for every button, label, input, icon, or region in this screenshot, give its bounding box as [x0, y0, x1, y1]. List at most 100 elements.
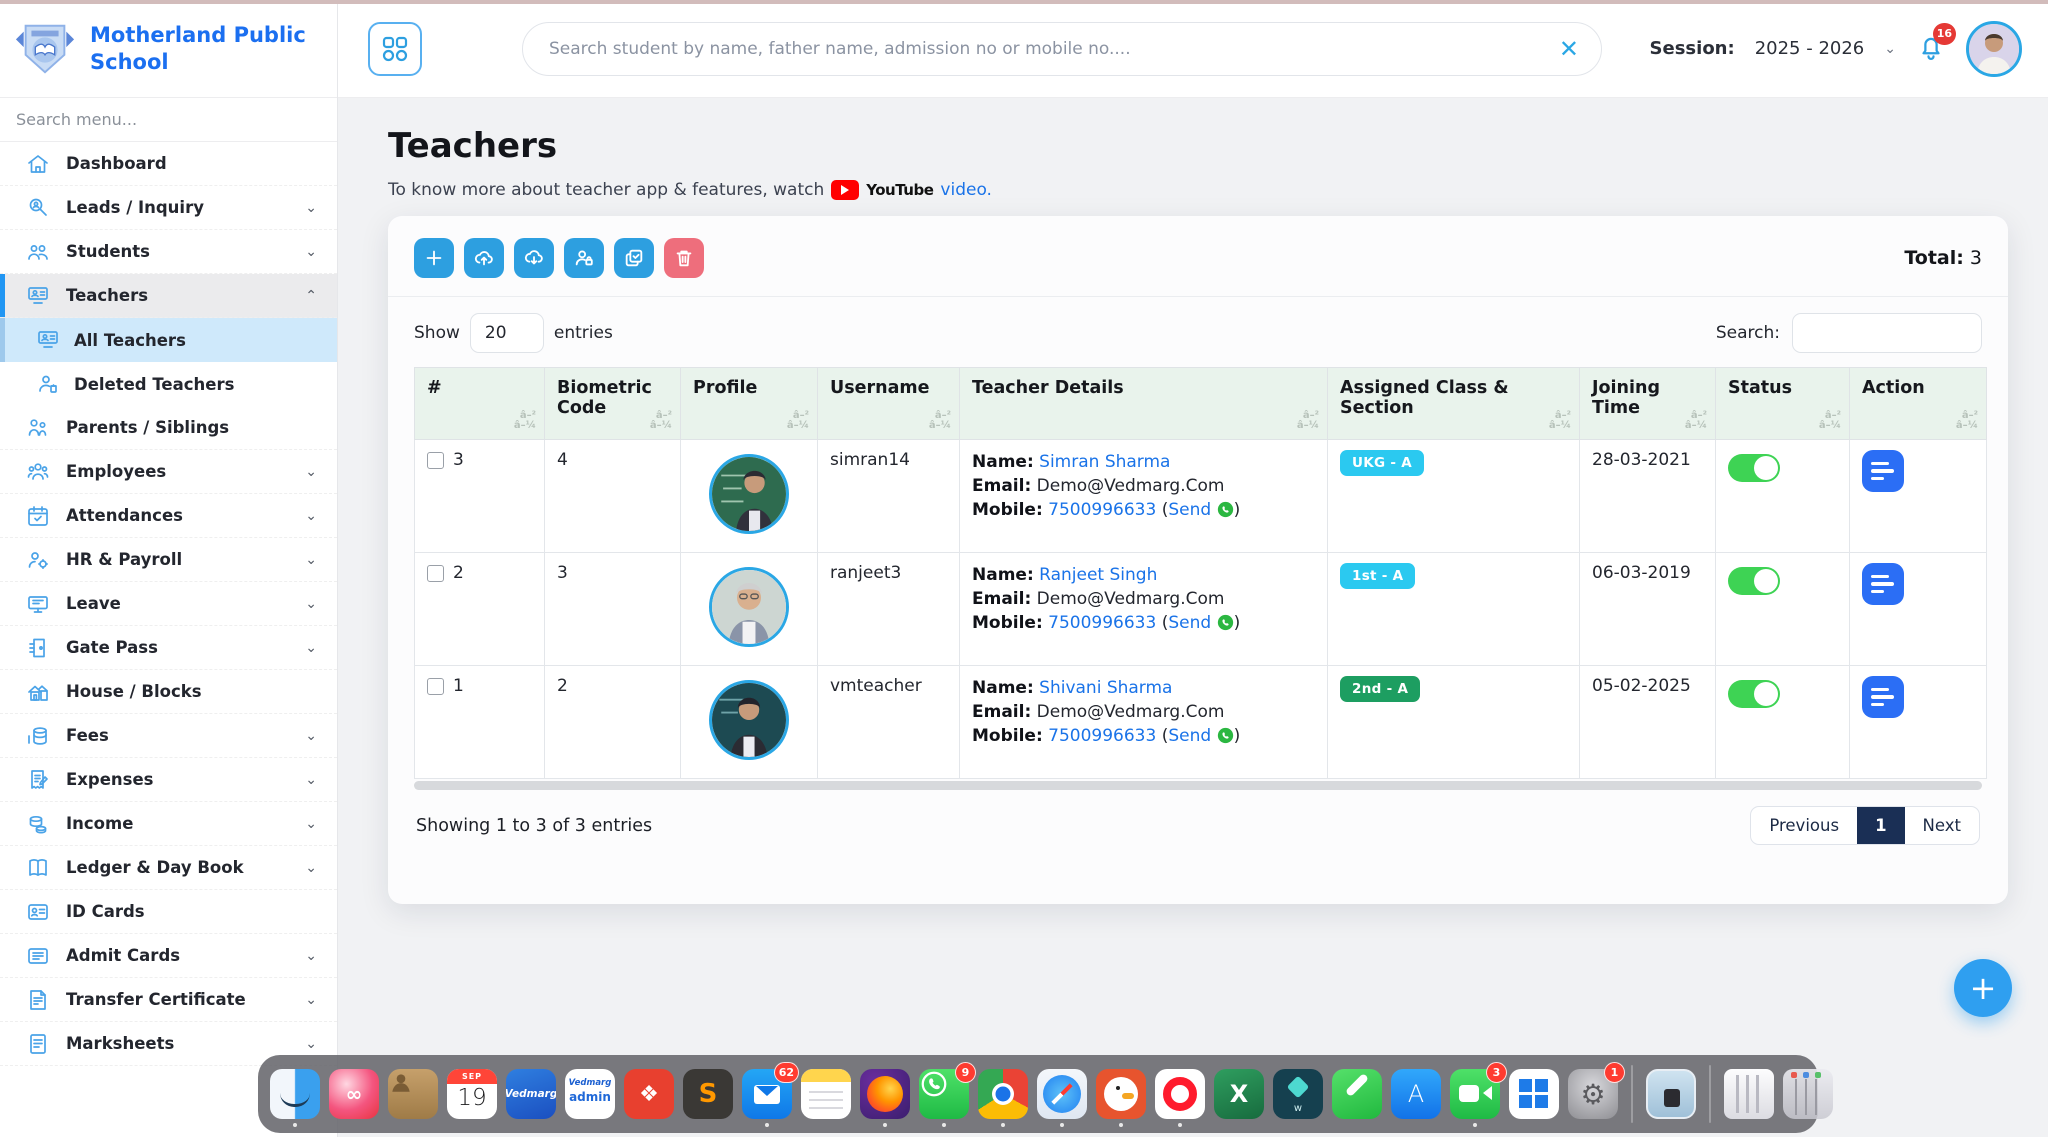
dock-minimized-window[interactable] — [1724, 1069, 1774, 1119]
send-whatsapp-link[interactable]: Send — [1168, 613, 1211, 633]
sidebar-item-employees[interactable]: Employees ⌄ — [0, 450, 337, 494]
column-header-action[interactable]: Actionâ–²â–¼ — [1850, 368, 1987, 440]
dock-contacts[interactable] — [388, 1069, 438, 1119]
teacher-mobile-link[interactable]: 7500996633 — [1048, 613, 1156, 633]
status-toggle[interactable] — [1728, 680, 1780, 708]
dock-preview-thumbnail[interactable] — [1646, 1069, 1696, 1119]
dock-sublime-text[interactable]: S — [683, 1069, 733, 1119]
dock-vedmarg-app[interactable]: Vedmarg — [506, 1069, 556, 1119]
teacher-permissions-button[interactable] — [564, 238, 604, 278]
sidebar-item-dashboard[interactable]: Dashboard — [0, 142, 337, 186]
row-checkbox[interactable] — [427, 678, 444, 695]
whatsapp-icon[interactable] — [1217, 727, 1234, 744]
sidebar-item-leads-inquiry[interactable]: Leads / Inquiry ⌄ — [0, 186, 337, 230]
sidebar-item-teachers[interactable]: Teachers ⌃ — [0, 274, 337, 318]
download-button[interactable] — [514, 238, 554, 278]
sidebar-item-id-cards[interactable]: ID Cards — [0, 890, 337, 934]
dock-trash[interactable] — [1783, 1069, 1833, 1119]
sidebar-item-fees[interactable]: Fees ⌄ — [0, 714, 337, 758]
dock-firefox[interactable] — [860, 1069, 910, 1119]
dock-excel[interactable]: X — [1214, 1069, 1264, 1119]
column-header-profile[interactable]: Profileâ–²â–¼ — [681, 368, 818, 440]
upload-button[interactable] — [464, 238, 504, 278]
dock-finder[interactable] — [270, 1069, 320, 1119]
video-link[interactable]: video. — [940, 180, 992, 200]
dock-safari[interactable] — [1037, 1069, 1087, 1119]
row-actions-button[interactable] — [1862, 676, 1904, 718]
send-whatsapp-link[interactable]: Send — [1168, 726, 1211, 746]
status-toggle[interactable] — [1728, 567, 1780, 595]
dock-mail[interactable]: 62 — [742, 1069, 792, 1119]
row-checkbox[interactable] — [427, 452, 444, 469]
user-avatar[interactable] — [1966, 21, 2022, 77]
page-size-input[interactable] — [470, 313, 544, 353]
sidebar-item-students[interactable]: Students ⌄ — [0, 230, 337, 274]
global-search-input[interactable] — [549, 39, 1547, 59]
sidebar-item-parents-siblings[interactable]: Parents / Siblings — [0, 406, 337, 450]
dock-red-diamond-app[interactable]: ❖ — [624, 1069, 674, 1119]
add-teacher-button[interactable] — [414, 238, 454, 278]
sidebar-item-house-blocks[interactable]: House / Blocks — [0, 670, 337, 714]
sidebar-subitem-all-teachers[interactable]: All Teachers — [0, 318, 337, 362]
column-header-joining-time[interactable]: Joining Timeâ–²â–¼ — [1580, 368, 1716, 440]
session-value[interactable]: 2025 - 2026 — [1755, 38, 1865, 59]
sidebar-item-expenses[interactable]: Expenses ⌄ — [0, 758, 337, 802]
next-page-button[interactable]: Next — [1905, 807, 1979, 844]
dock-opera[interactable] — [1155, 1069, 1205, 1119]
dock-chrome[interactable] — [978, 1069, 1028, 1119]
dock-notes[interactable] — [801, 1069, 851, 1119]
teacher-photo[interactable] — [709, 680, 789, 760]
bulk-select-button[interactable] — [614, 238, 654, 278]
delete-button[interactable] — [664, 238, 704, 278]
status-toggle[interactable] — [1728, 454, 1780, 482]
dock-parallels-windows[interactable] — [1509, 1069, 1559, 1119]
teacher-mobile-link[interactable]: 7500996633 — [1048, 500, 1156, 520]
teacher-name-link[interactable]: Shivani Sharma — [1039, 678, 1172, 698]
sidebar-item-admit-cards[interactable]: Admit Cards ⌄ — [0, 934, 337, 978]
column-header-index[interactable]: #â–²â–¼ — [415, 368, 545, 440]
sidebar-search-input[interactable] — [0, 110, 337, 129]
sidebar-item-transfer-certificate[interactable]: Transfer Certificate ⌄ — [0, 978, 337, 1022]
dock-duckduckgo[interactable] — [1096, 1069, 1146, 1119]
dock-green-editor-app[interactable] — [1332, 1069, 1382, 1119]
whatsapp-icon[interactable] — [1217, 614, 1234, 631]
table-search-input[interactable] — [1792, 313, 1982, 353]
sidebar-item-hr-payroll[interactable]: HR & Payroll ⌄ — [0, 538, 337, 582]
column-header-username[interactable]: Usernameâ–²â–¼ — [818, 368, 960, 440]
dock-vedmarg-admin-app[interactable]: Vedmargadmin — [565, 1069, 615, 1119]
send-whatsapp-link[interactable]: Send — [1168, 500, 1211, 520]
sidebar-item-gate-pass[interactable]: Gate Pass ⌄ — [0, 626, 337, 670]
current-page-button[interactable]: 1 — [1857, 807, 1904, 844]
notifications-button[interactable]: 16 — [1916, 32, 1946, 66]
teacher-photo[interactable] — [709, 567, 789, 647]
sidebar-item-ledger-day-book[interactable]: Ledger & Day Book ⌄ — [0, 846, 337, 890]
dock-media-app[interactable]: ∞ — [329, 1069, 379, 1119]
sidebar-item-attendances[interactable]: Attendances ⌄ — [0, 494, 337, 538]
column-header-teacher-details[interactable]: Teacher Detailsâ–²â–¼ — [960, 368, 1328, 440]
clear-search-icon[interactable]: ✕ — [1559, 37, 1579, 61]
apps-grid-button[interactable] — [368, 22, 422, 76]
sidebar-search[interactable] — [0, 98, 337, 142]
teacher-photo[interactable] — [709, 454, 789, 534]
brand[interactable]: Motherland Public School — [0, 0, 337, 98]
whatsapp-icon[interactable] — [1217, 501, 1234, 518]
teacher-name-link[interactable]: Simran Sharma — [1039, 452, 1170, 472]
dock-calendar[interactable]: SEP19 — [447, 1069, 497, 1119]
row-actions-button[interactable] — [1862, 450, 1904, 492]
column-header-biometric[interactable]: Biometric Codeâ–²â–¼ — [545, 368, 681, 440]
row-checkbox[interactable] — [427, 565, 444, 582]
teacher-mobile-link[interactable]: 7500996633 — [1048, 726, 1156, 746]
sidebar-item-income[interactable]: Income ⌄ — [0, 802, 337, 846]
dock-system-settings[interactable]: 1⚙ — [1568, 1069, 1618, 1119]
horizontal-scrollbar[interactable] — [414, 781, 1982, 790]
chevron-down-icon[interactable]: ⌄ — [1884, 41, 1896, 57]
row-actions-button[interactable] — [1862, 563, 1904, 605]
column-header-class-section[interactable]: Assigned Class & Sectionâ–²â–¼ — [1328, 368, 1580, 440]
previous-page-button[interactable]: Previous — [1751, 807, 1857, 844]
sidebar-item-leave[interactable]: Leave ⌄ — [0, 582, 337, 626]
sidebar-subitem-deleted-teachers[interactable]: Deleted Teachers — [0, 362, 337, 406]
column-header-status[interactable]: Statusâ–²â–¼ — [1716, 368, 1850, 440]
teacher-name-link[interactable]: Ranjeet Singh — [1039, 565, 1157, 585]
dock-filmora[interactable]: w — [1273, 1069, 1323, 1119]
dock-whatsapp[interactable]: 9 — [919, 1069, 969, 1119]
